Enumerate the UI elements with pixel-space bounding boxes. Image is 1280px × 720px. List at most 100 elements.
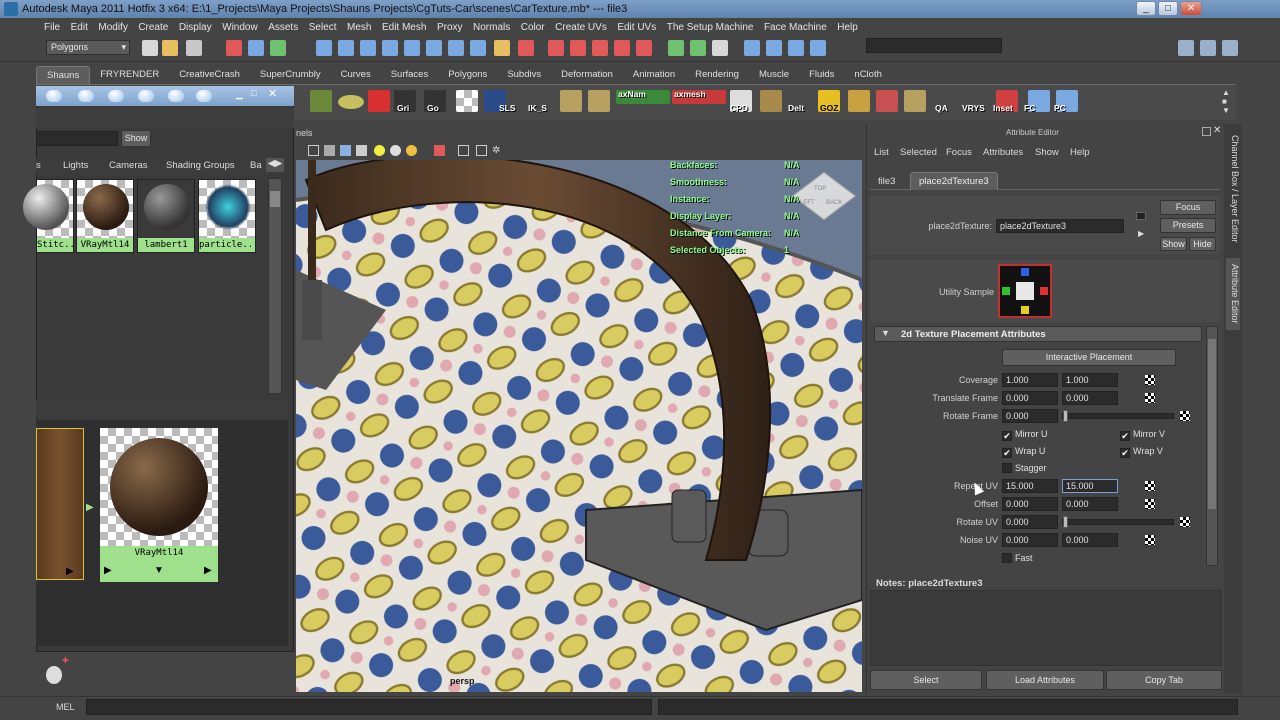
place2d-swatch-icon[interactable]: [998, 264, 1052, 318]
menu-create-uvs[interactable]: Create UVs: [555, 22, 607, 33]
toggle-panel-icon-3[interactable]: [1222, 40, 1238, 56]
select-by-component-icon[interactable]: [270, 40, 286, 56]
minimize-button[interactable]: _: [1136, 1, 1156, 16]
offset-map-icon[interactable]: [1145, 499, 1155, 509]
light-selected-icon[interactable]: [406, 145, 417, 156]
mel-label[interactable]: MEL: [56, 702, 75, 712]
shelf-uv-icon[interactable]: [560, 90, 582, 112]
hs-show-button[interactable]: Show: [121, 130, 151, 147]
menu-face-machine[interactable]: Face Machine: [764, 22, 827, 33]
load-attributes-button[interactable]: Load Attributes: [986, 670, 1104, 690]
shelf-pencil-icon[interactable]: [848, 90, 870, 112]
swatch-lambert1[interactable]: lambert1: [137, 179, 195, 253]
texture-node-arrow[interactable]: ▶: [66, 566, 74, 577]
rotate-frame-map-icon[interactable]: [1180, 411, 1190, 421]
script-icon-4[interactable]: [810, 40, 826, 56]
menu-window[interactable]: Window: [222, 22, 258, 33]
menu-the-setup-machine[interactable]: The Setup Machine: [667, 22, 754, 33]
menu-edit-mesh[interactable]: Edit Mesh: [382, 22, 426, 33]
menu-modify[interactable]: Modify: [98, 22, 127, 33]
tab-materials[interactable]: s: [36, 160, 41, 171]
ae-scrollbar[interactable]: [1206, 326, 1218, 566]
wrap-v-checkbox[interactable]: ✔ Wrap V: [1120, 446, 1163, 458]
shelf-tab-shauns[interactable]: Shauns: [36, 66, 91, 84]
focus-button[interactable]: Focus: [1160, 200, 1216, 215]
channel-box-tab[interactable]: Channel Box / Layer Editor: [1226, 134, 1240, 244]
tab-lights[interactable]: Lights: [63, 160, 88, 171]
menu-display[interactable]: Display: [179, 22, 212, 33]
section-header-2d-placement[interactable]: ▼ 2d Texture Placement Attributes: [874, 326, 1202, 342]
menu-normals[interactable]: Normals: [473, 22, 510, 33]
camera-settings-icon[interactable]: ✲: [492, 145, 503, 156]
snap-point-icon[interactable]: [360, 40, 376, 56]
toggle-panel-icon-1[interactable]: [1178, 40, 1194, 56]
close-button[interactable]: ✕: [1180, 1, 1202, 16]
make-live-icon[interactable]: [404, 40, 420, 56]
shelf-tab-animation[interactable]: Animation: [623, 66, 685, 84]
tab-place2dtexture3[interactable]: place2dTexture3: [910, 172, 998, 190]
save-scene-icon[interactable]: [186, 40, 202, 56]
translate-frame-v-field[interactable]: 0.000: [1062, 391, 1118, 405]
noise-uv-map-icon[interactable]: [1145, 535, 1155, 545]
noise-u-field[interactable]: 0.000: [1002, 533, 1058, 547]
shelf-uv2-icon[interactable]: [588, 90, 610, 112]
noise-v-field[interactable]: 0.000: [1062, 533, 1118, 547]
rotate-frame-field[interactable]: 0.000: [1002, 409, 1058, 423]
mode-selector[interactable]: Polygons ▾: [46, 40, 130, 55]
shelf-tab-surfaces[interactable]: Surfaces: [381, 66, 439, 84]
menu-assets[interactable]: Assets: [268, 22, 298, 33]
select-by-hierarchy-icon[interactable]: [226, 40, 242, 56]
tab-shading-groups[interactable]: Shading Groups: [166, 160, 235, 171]
wrap-u-checkbox[interactable]: ✔ Wrap U: [1002, 446, 1045, 458]
shelf-bug-icon[interactable]: [310, 90, 332, 112]
fast-checkbox[interactable]: Fast: [1002, 553, 1033, 563]
texture-node[interactable]: [36, 428, 84, 580]
slider-handle[interactable]: [1063, 516, 1068, 528]
select-button[interactable]: Select: [870, 670, 982, 690]
history-icon[interactable]: [470, 40, 486, 56]
shelf-disc-icon[interactable]: [338, 95, 364, 109]
hs-toolbar-icon-1[interactable]: [46, 90, 62, 102]
snap-plane-icon[interactable]: [382, 40, 398, 56]
hypershade-icon[interactable]: [636, 40, 652, 56]
render-current-icon[interactable]: [548, 40, 564, 56]
hs-work-area[interactable]: ▶ ▶ VRayMtl14 ▶ ▼ ▶: [36, 420, 288, 646]
repeat-v-field[interactable]: 15.000: [1062, 479, 1118, 493]
ae-menu-show[interactable]: Show: [1035, 147, 1059, 158]
render-globals-icon[interactable]: [614, 40, 630, 56]
tab-scroll-arrows[interactable]: ◀▶: [266, 158, 284, 172]
hs-toolbar-icon-2[interactable]: [78, 90, 94, 102]
swatch-stitch[interactable]: Stitc...: [23, 179, 74, 253]
rename-icon[interactable]: [690, 40, 706, 56]
attribute-editor-side-tab[interactable]: Attribute Editor: [1226, 258, 1240, 330]
snap-curve-icon[interactable]: [338, 40, 354, 56]
show-button[interactable]: Show: [1160, 237, 1187, 251]
shelf-checker-icon[interactable]: [456, 90, 478, 112]
shelf-tab-subdivs[interactable]: Subdivs: [497, 66, 551, 84]
stagger-checkbox[interactable]: Stagger: [1002, 463, 1047, 473]
coverage-map-icon[interactable]: [1145, 375, 1155, 385]
shelf-tab-creativecrash[interactable]: CreativeCrash: [169, 66, 250, 84]
render-settings-icon[interactable]: [592, 40, 608, 56]
rotate-uv-slider[interactable]: [1062, 516, 1174, 528]
offset-u-field[interactable]: 0.000: [1002, 497, 1058, 511]
hs-scroll-thumb[interactable]: [270, 191, 280, 207]
repeat-u-field[interactable]: 15.000: [1002, 479, 1058, 493]
quick-command-field[interactable]: [866, 38, 1002, 53]
lock-icon[interactable]: [494, 40, 510, 56]
shelf-wand-icon[interactable]: [760, 90, 782, 112]
shelf-tab-fluids[interactable]: Fluids: [799, 66, 844, 84]
translate-frame-u-field[interactable]: 0.000: [1002, 391, 1058, 405]
tab-file3[interactable]: file3: [872, 174, 901, 189]
shelf-tab-ncloth[interactable]: nCloth: [844, 66, 891, 84]
copy-tab-button[interactable]: Copy Tab: [1106, 670, 1222, 690]
ae-menu-selected[interactable]: Selected: [900, 147, 937, 158]
close-icon[interactable]: ✕: [268, 87, 280, 100]
script-icon-2[interactable]: [766, 40, 782, 56]
maximize-button[interactable]: □: [1158, 1, 1178, 16]
input-arrow-icon[interactable]: ▶: [104, 565, 112, 576]
hs-scrollbar[interactable]: [268, 178, 282, 394]
smooth-shade-icon[interactable]: [324, 145, 335, 156]
xray-icon[interactable]: [434, 145, 445, 156]
menu-select[interactable]: Select: [309, 22, 337, 33]
